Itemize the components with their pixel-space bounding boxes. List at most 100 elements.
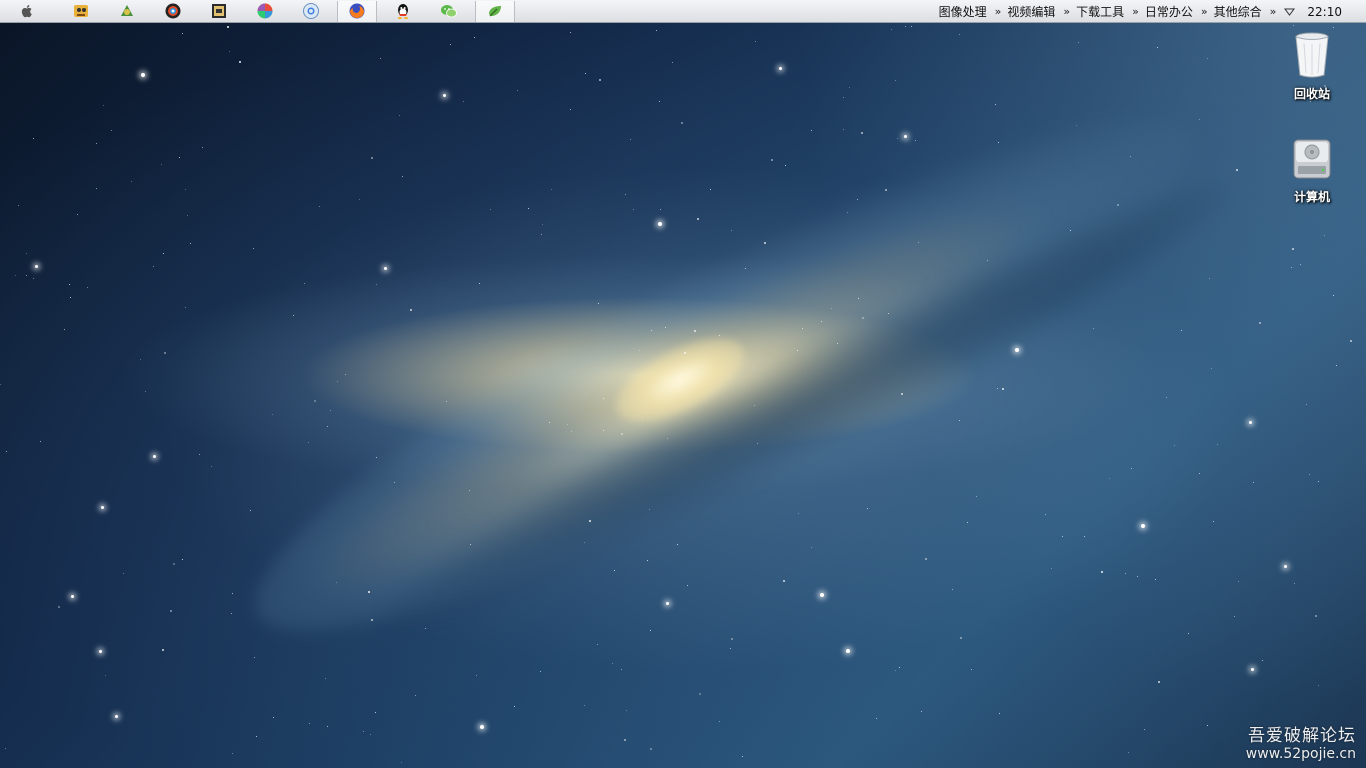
star — [651, 330, 652, 331]
star — [199, 454, 200, 455]
watermark-url: www.52pojie.cn — [1245, 746, 1356, 762]
star — [64, 329, 65, 330]
dropdown-triangle-icon[interactable] — [1284, 6, 1296, 18]
star — [672, 62, 673, 63]
star — [480, 725, 484, 729]
star — [650, 630, 651, 631]
star — [231, 613, 232, 614]
star — [764, 242, 766, 244]
menu-daily-office[interactable]: 日常办公 » — [1145, 3, 1208, 20]
star — [998, 142, 999, 143]
star — [250, 510, 251, 511]
star — [630, 139, 631, 140]
star — [797, 350, 798, 351]
star — [687, 585, 688, 586]
star — [567, 424, 568, 425]
star — [584, 542, 585, 543]
desktop-icon-computer[interactable]: 计算机 — [1282, 136, 1342, 205]
star — [915, 140, 916, 141]
star — [202, 147, 203, 148]
star — [87, 287, 88, 288]
star — [633, 209, 634, 210]
star — [34, 264, 38, 268]
star — [232, 753, 233, 754]
star — [173, 563, 175, 565]
app-icon-4[interactable] — [210, 2, 228, 20]
star — [665, 327, 666, 328]
desktop-icon-recycle-bin[interactable]: 回收站 — [1282, 31, 1342, 102]
star — [376, 457, 377, 458]
star — [1291, 267, 1292, 268]
star — [997, 388, 998, 389]
star — [345, 374, 346, 375]
app-icon-5[interactable] — [256, 2, 274, 20]
star — [699, 693, 701, 695]
star — [895, 80, 896, 81]
star — [959, 34, 960, 35]
star — [474, 37, 475, 38]
star — [123, 573, 124, 574]
star — [15, 275, 16, 276]
star — [1084, 536, 1085, 537]
chevron-icon: » — [994, 5, 1002, 18]
star — [325, 678, 326, 679]
star — [656, 30, 657, 31]
star — [415, 695, 416, 696]
menu-image-processing[interactable]: 图像处理 » — [939, 3, 1002, 20]
star — [1262, 660, 1263, 661]
star — [363, 731, 364, 732]
app-icon-1[interactable] — [72, 2, 90, 20]
star — [895, 670, 896, 671]
star — [1078, 42, 1079, 43]
chrome-icon[interactable] — [302, 2, 320, 20]
star — [783, 580, 785, 582]
qq-icon[interactable] — [394, 2, 412, 20]
star — [239, 61, 241, 63]
apple-icon[interactable] — [19, 3, 35, 19]
menu-download-tools[interactable]: 下载工具 » — [1076, 3, 1139, 20]
star — [861, 132, 863, 134]
star — [1093, 328, 1094, 329]
star — [18, 205, 19, 206]
app-icon-2[interactable] — [118, 2, 136, 20]
star — [58, 606, 60, 608]
star — [187, 215, 188, 216]
star — [778, 66, 782, 70]
star — [598, 303, 599, 304]
app-icon-3[interactable] — [164, 2, 182, 20]
star — [1015, 348, 1019, 352]
star — [597, 644, 598, 645]
menu-other[interactable]: 其他综合 » — [1214, 3, 1277, 20]
watermark-title: 吾爱破解论坛 — [1248, 726, 1356, 746]
star — [141, 73, 145, 77]
star — [987, 260, 988, 261]
star — [170, 610, 172, 612]
star — [589, 520, 591, 522]
star — [330, 410, 331, 411]
star — [971, 669, 972, 670]
desktop[interactable]: 图像处理 » 视频编辑 » 下载工具 » 日常办公 » 其他综合 » 22:10… — [0, 0, 1366, 768]
star — [476, 675, 477, 676]
star — [26, 275, 27, 276]
star — [1188, 633, 1189, 634]
star — [1101, 571, 1103, 573]
star — [254, 657, 255, 658]
firefox-icon[interactable] — [348, 2, 366, 20]
star — [831, 308, 832, 309]
menu-video-editing[interactable]: 视频编辑 » — [1007, 3, 1070, 20]
star — [959, 420, 960, 421]
star — [624, 739, 626, 741]
star — [490, 209, 491, 210]
star — [903, 134, 907, 138]
star — [370, 734, 371, 735]
star — [1253, 482, 1254, 483]
star — [0, 384, 1, 385]
star — [69, 284, 70, 285]
star — [380, 58, 381, 59]
app-icon-10[interactable] — [486, 2, 504, 20]
wechat-icon[interactable] — [440, 2, 458, 20]
star — [327, 726, 328, 727]
clock[interactable]: 22:10 — [1307, 5, 1342, 19]
star — [742, 756, 743, 757]
star — [925, 558, 927, 560]
